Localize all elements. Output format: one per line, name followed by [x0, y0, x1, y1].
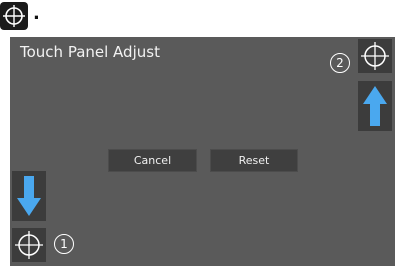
crosshair-target-icon [361, 42, 389, 70]
reset-button[interactable]: Reset [210, 149, 298, 172]
target-top-right[interactable] [358, 39, 392, 73]
indicator-dot: . [33, 3, 40, 24]
crosshair-icon [0, 2, 28, 30]
step-marker-2: 2 [330, 53, 350, 73]
target-bottom-left[interactable] [12, 228, 46, 262]
crosshair-target-icon [15, 231, 43, 259]
cancel-button[interactable]: Cancel [108, 149, 197, 172]
arrow-down-icon [17, 176, 41, 216]
arrow-down-hint [12, 171, 46, 221]
step-marker-1: 1 [54, 234, 74, 254]
page-title: Touch Panel Adjust [20, 43, 160, 61]
arrow-up-icon [363, 86, 387, 126]
touch-panel-adjust-screen: Touch Panel Adjust 2 Cancel Reset 1 [10, 37, 395, 266]
arrow-up-hint [358, 81, 392, 131]
